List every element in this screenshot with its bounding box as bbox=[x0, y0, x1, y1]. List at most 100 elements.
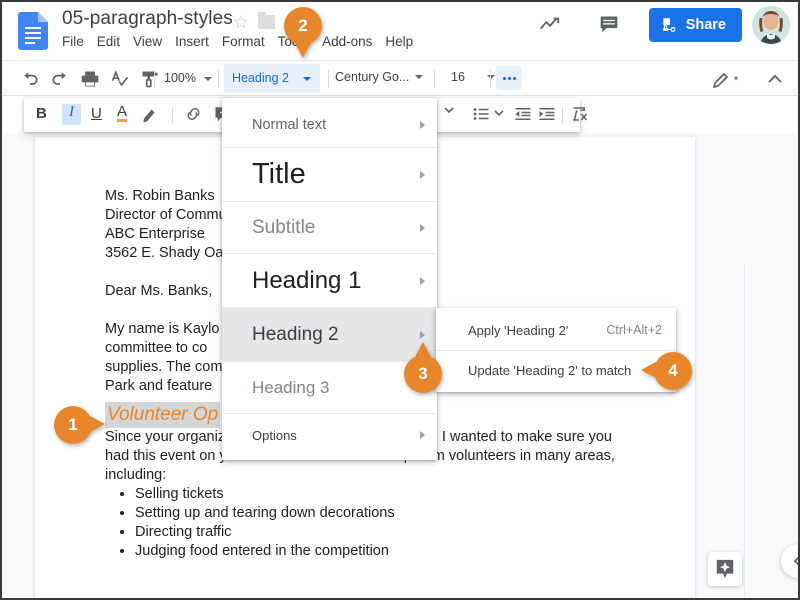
font-family-value: Century Go... bbox=[335, 70, 410, 84]
activity-trend-icon[interactable] bbox=[538, 13, 562, 35]
menu-item-view[interactable]: View bbox=[133, 34, 162, 49]
list-item: Setting up and tearing down decorations bbox=[135, 504, 665, 523]
list-item: Judging food entered in the competition bbox=[135, 542, 665, 561]
link-icon[interactable] bbox=[184, 105, 203, 123]
submenu-arrow-icon bbox=[420, 120, 425, 129]
share-lock-icon bbox=[662, 18, 676, 32]
dot bbox=[507, 76, 511, 80]
star-icon[interactable] bbox=[233, 14, 249, 30]
style-menu-item-label: Heading 1 bbox=[252, 266, 362, 294]
title-bar: 05-paragraph-styles File Edit View Insert Fo… bbox=[2, 2, 798, 58]
callout-number: 1 bbox=[68, 415, 78, 434]
menu-item-edit[interactable]: Edit bbox=[97, 34, 120, 49]
submenu-item-update-heading-2[interactable]: Update 'Heading 2' to match bbox=[436, 350, 676, 390]
font-size-value: 16 bbox=[451, 70, 465, 84]
decrease-indent-icon[interactable] bbox=[514, 105, 532, 123]
bulleted-list-chevron-down-icon[interactable] bbox=[494, 109, 504, 117]
share-button[interactable]: Share bbox=[648, 8, 742, 42]
dot bbox=[512, 76, 516, 80]
callout-number: 2 bbox=[298, 16, 308, 35]
paragraph-style-value: Heading 2 bbox=[232, 71, 289, 85]
callout-tail bbox=[90, 416, 105, 432]
callout-tail bbox=[415, 342, 431, 357]
explore-button[interactable] bbox=[708, 552, 742, 586]
chevron-down-icon bbox=[303, 77, 311, 81]
google-docs-window: 05-paragraph-styles File Edit View Insert Fo… bbox=[0, 0, 800, 600]
submenu-item-shortcut: Ctrl+Alt+2 bbox=[606, 323, 662, 337]
zoom-value: 100% bbox=[164, 71, 196, 85]
style-menu-item-heading-1[interactable]: Heading 1 bbox=[222, 254, 437, 308]
bulleted-list-icon[interactable] bbox=[472, 105, 490, 123]
paragraph-line: including: bbox=[105, 467, 167, 483]
align-chevron-down-icon[interactable] bbox=[444, 105, 454, 115]
submenu-arrow-icon bbox=[420, 223, 425, 232]
avatar-image bbox=[752, 6, 790, 44]
paint-format-icon[interactable] bbox=[140, 69, 160, 89]
menu-item-help[interactable]: Help bbox=[385, 34, 413, 49]
list-item: Directing traffic bbox=[135, 523, 665, 542]
submenu-arrow-icon bbox=[420, 431, 425, 439]
heading-2-text: Volunteer Op bbox=[105, 402, 221, 428]
callout-number: 4 bbox=[668, 361, 678, 380]
print-icon[interactable] bbox=[80, 69, 100, 89]
comment-icon[interactable] bbox=[598, 14, 620, 34]
submenu-arrow-icon bbox=[420, 170, 425, 179]
chevron-up-icon[interactable] bbox=[766, 71, 784, 87]
menu-bar: FileEditViewInsertFormatToolsAdd-onsHelp bbox=[62, 34, 426, 49]
text-color-button[interactable]: A bbox=[117, 104, 128, 122]
style-menu-item-title[interactable]: Title bbox=[222, 148, 437, 202]
style-menu-item-label: Subtitle bbox=[252, 216, 316, 238]
submenu-item-label: Apply 'Heading 2' bbox=[468, 322, 569, 338]
explore-sparkle-icon bbox=[716, 559, 734, 579]
style-menu-item-options[interactable]: Options bbox=[222, 414, 437, 456]
redo-icon[interactable] bbox=[50, 69, 70, 89]
style-menu-item-label: Heading 2 bbox=[252, 323, 339, 345]
style-menu-item-heading-2[interactable]: Heading 2 bbox=[222, 308, 437, 362]
bold-button[interactable]: B bbox=[36, 105, 47, 122]
callout-number: 3 bbox=[418, 364, 428, 383]
clear-formatting-icon[interactable] bbox=[570, 105, 588, 123]
undo-icon[interactable] bbox=[20, 69, 40, 89]
google-docs-logo-icon bbox=[18, 12, 48, 50]
user-avatar[interactable] bbox=[752, 6, 790, 44]
paragraph-styles-menu: Normal text Title Subtitle Heading 1 Hea… bbox=[222, 98, 437, 460]
heading-2-submenu: Apply 'Heading 2' Ctrl+Alt+2 Update 'Hea… bbox=[436, 308, 676, 392]
callout-tail bbox=[641, 362, 656, 378]
callout-marker-3: 3 bbox=[404, 342, 442, 393]
callout-marker-1: 1 bbox=[54, 406, 105, 444]
share-button-label: Share bbox=[685, 17, 726, 33]
chevron-down-icon bbox=[204, 77, 212, 81]
menu-item-insert[interactable]: Insert bbox=[175, 34, 209, 49]
style-menu-item-label: Title bbox=[252, 158, 306, 190]
callout-marker-2: 2 bbox=[284, 7, 322, 58]
document-title[interactable]: 05-paragraph-styles bbox=[62, 8, 233, 30]
bulleted-list: Selling tickets Setting up and tearing d… bbox=[135, 485, 665, 561]
highlight-pen-icon[interactable] bbox=[141, 105, 159, 123]
paragraph-style-selector[interactable]: Heading 2 bbox=[224, 64, 320, 93]
editing-mode-selector[interactable] bbox=[712, 69, 746, 89]
more-options-button[interactable] bbox=[496, 66, 522, 90]
style-menu-item-label: Options bbox=[252, 427, 297, 443]
list-item: Selling tickets bbox=[135, 485, 665, 504]
style-menu-item-label: Normal text bbox=[252, 116, 327, 133]
style-menu-item-subtitle[interactable]: Subtitle bbox=[222, 202, 437, 254]
spellcheck-icon[interactable] bbox=[110, 69, 130, 89]
submenu-arrow-icon bbox=[420, 330, 425, 339]
main-toolbar: 100% Heading 2 Century Go... 16 bbox=[2, 60, 798, 96]
italic-button[interactable]: I bbox=[62, 104, 81, 125]
style-menu-item-label: Heading 3 bbox=[252, 377, 330, 397]
menu-item-format[interactable]: Format bbox=[222, 34, 265, 49]
chevron-down-icon bbox=[487, 75, 495, 79]
menu-item-addons[interactable]: Add-ons bbox=[322, 34, 372, 49]
zoom-selector[interactable]: 100% bbox=[162, 69, 218, 89]
menu-item-file[interactable]: File bbox=[62, 34, 84, 49]
callout-tail bbox=[295, 43, 311, 58]
underline-button[interactable]: U bbox=[91, 105, 102, 122]
move-to-folder-icon[interactable] bbox=[258, 12, 275, 29]
submenu-item-apply-heading-2[interactable]: Apply 'Heading 2' Ctrl+Alt+2 bbox=[436, 310, 676, 350]
chevron-down-icon bbox=[415, 75, 423, 79]
dot bbox=[502, 76, 506, 80]
submenu-arrow-icon bbox=[420, 276, 425, 285]
style-menu-item-normal-text[interactable]: Normal text bbox=[222, 102, 437, 148]
increase-indent-icon[interactable] bbox=[538, 105, 556, 123]
